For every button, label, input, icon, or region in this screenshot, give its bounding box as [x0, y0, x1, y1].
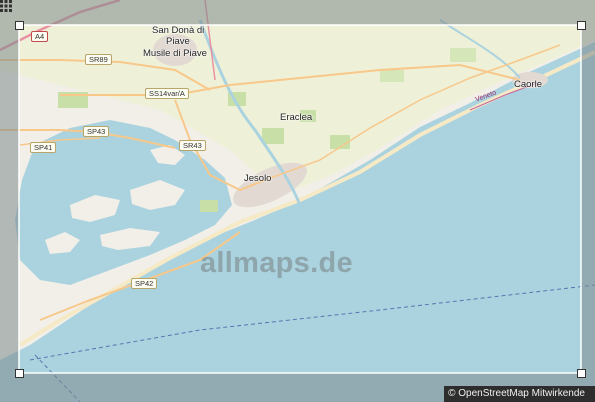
road-shield-sp43: SP43: [83, 126, 110, 137]
selection-handle-top-left[interactable]: [15, 21, 24, 30]
place-jesolo: Jesolo: [244, 173, 272, 184]
place-piave: Piave: [166, 36, 190, 47]
road-shield-sr89: SR89: [85, 54, 112, 65]
place-eraclea: Eraclea: [280, 112, 313, 123]
road-shield-ss14var: SS14var/A: [145, 88, 189, 99]
road-shield-sp41: SP41: [30, 142, 57, 153]
place-caorle: Caorle: [514, 79, 542, 90]
selection-handle-top-right[interactable]: [577, 21, 586, 30]
attribution-link[interactable]: OpenStreetMap Mitwirkende: [458, 388, 585, 399]
selection-handle-bottom-left[interactable]: [15, 369, 24, 378]
road-shield-a4: A4: [31, 31, 49, 42]
road-shield-sp42: SP42: [131, 278, 158, 289]
copyright-symbol: ©: [448, 388, 456, 399]
watermark: allmaps.de: [200, 247, 353, 279]
place-san-dona: San Donà di: [152, 25, 205, 36]
grid-icon[interactable]: [0, 0, 12, 12]
attribution-bar: © OpenStreetMap Mitwirkende: [444, 386, 595, 402]
road-shield-sr43: SR43: [179, 140, 206, 151]
selection-handle-bottom-right[interactable]: [577, 369, 586, 378]
map-view[interactable]: allmaps.de San Donà di Piave Musile di P…: [0, 0, 595, 402]
place-musile: Musile di Piave: [143, 48, 207, 59]
